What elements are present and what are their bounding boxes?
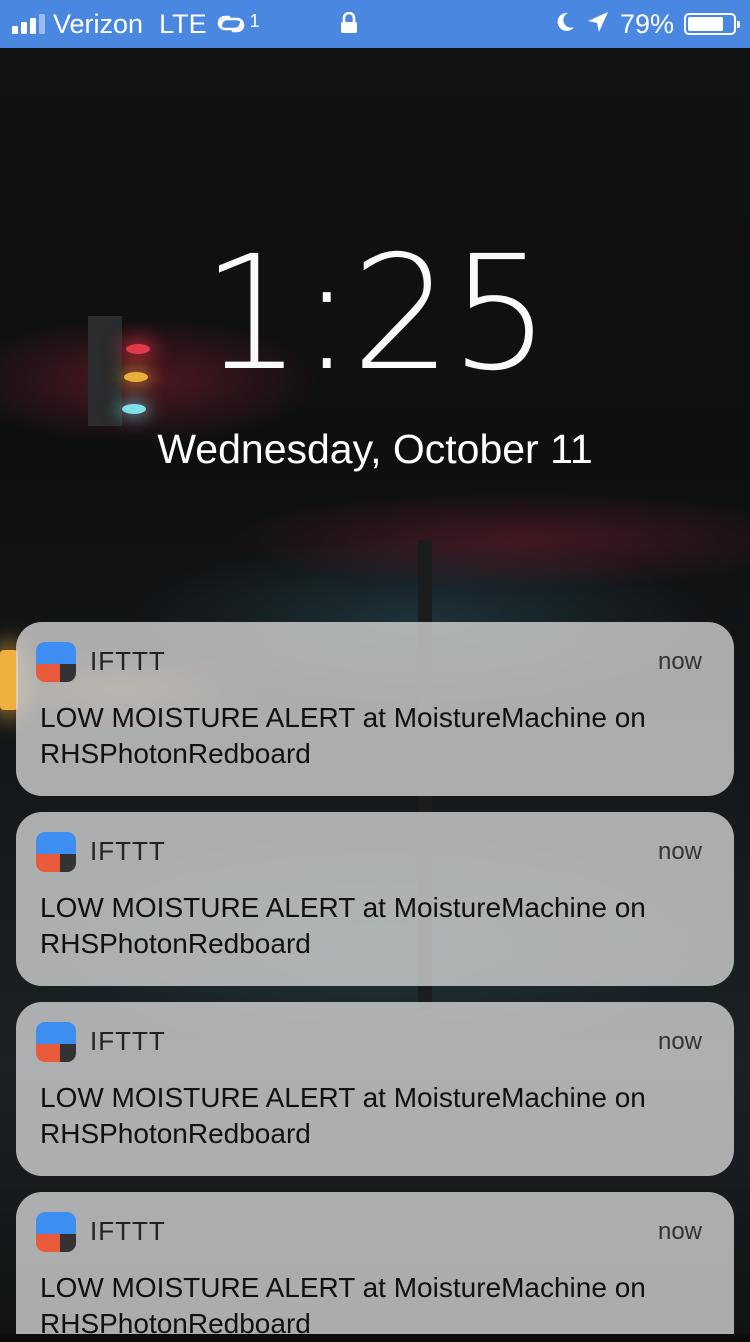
battery-fill xyxy=(688,17,723,31)
notification-card[interactable]: IFTTT now LOW MOISTURE ALERT at Moisture… xyxy=(16,622,734,796)
signal-icon xyxy=(12,14,45,34)
status-bar-left: Verizon LTE 1 xyxy=(12,8,260,40)
notification-card[interactable]: IFTTT now LOW MOISTURE ALERT at Moisture… xyxy=(16,812,734,986)
notification-message: LOW MOISTURE ALERT at MoistureMachine on… xyxy=(40,702,646,769)
status-bar-right: 79% xyxy=(554,8,740,40)
notification-card[interactable]: IFTTT now LOW MOISTURE ALERT at Moisture… xyxy=(16,1002,734,1176)
ifttt-app-icon xyxy=(36,1212,76,1252)
ifttt-app-icon xyxy=(36,1022,76,1062)
hotspot-badge: 1 xyxy=(249,11,260,31)
notification-card[interactable]: IFTTT now LOW MOISTURE ALERT at Moisture… xyxy=(16,1192,734,1339)
network-label: LTE xyxy=(159,8,207,39)
status-bar: Verizon LTE 1 79% xyxy=(0,0,750,48)
location-arrow-icon xyxy=(586,10,610,39)
notification-app-name: IFTTT xyxy=(90,1026,166,1056)
notification-app-name: IFTTT xyxy=(90,1216,166,1246)
notification-message: LOW MOISTURE ALERT at MoistureMachine on… xyxy=(40,1272,646,1339)
ifttt-app-icon xyxy=(36,642,76,682)
notification-time: now xyxy=(657,1028,702,1055)
moon-icon xyxy=(554,11,576,38)
notification-message: LOW MOISTURE ALERT at MoistureMachine on… xyxy=(40,1082,646,1149)
notification-time: now xyxy=(657,838,702,865)
notification-app-name: IFTTT xyxy=(90,646,166,676)
lock-icon xyxy=(340,11,358,39)
battery-icon xyxy=(684,13,740,35)
carrier-label: Verizon xyxy=(53,8,144,39)
notification-message: LOW MOISTURE ALERT at MoistureMachine on… xyxy=(40,892,646,959)
link-icon: 1 xyxy=(215,11,260,37)
notification-app-name: IFTTT xyxy=(90,836,166,866)
notification-time: now xyxy=(657,1218,702,1245)
lock-screen-time: 1:25 xyxy=(201,222,551,406)
notification-time: now xyxy=(657,648,702,675)
lock-screen-date: Wednesday, October 11 xyxy=(157,426,593,472)
ifttt-app-icon xyxy=(36,832,76,872)
battery-percent: 79% xyxy=(619,8,674,39)
